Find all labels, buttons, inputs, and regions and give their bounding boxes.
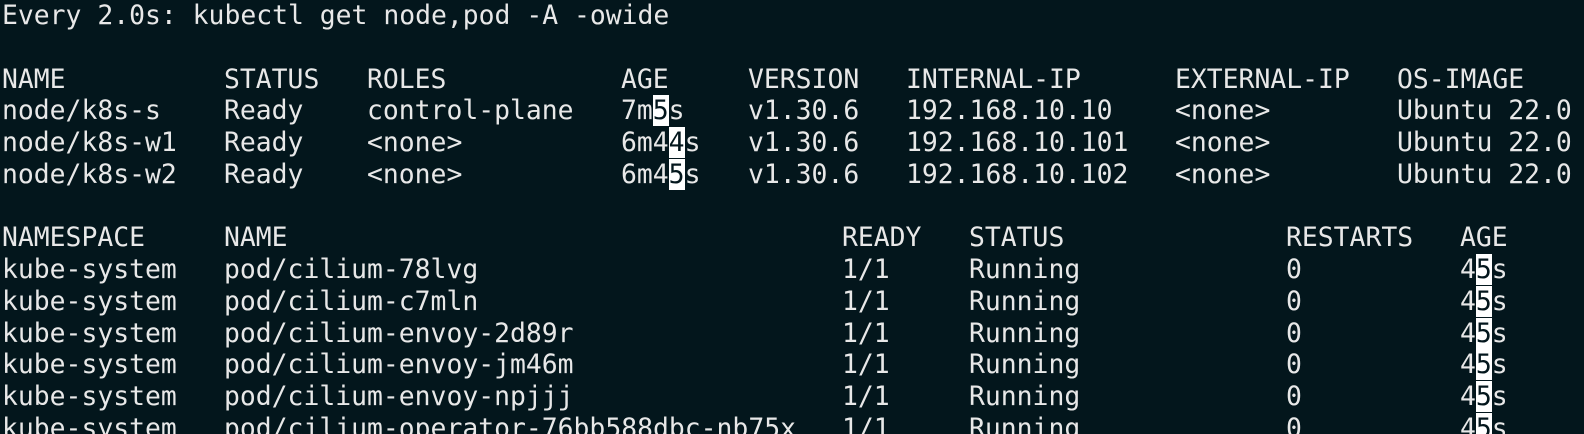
terminal-cursor-highlight: 5 xyxy=(1475,285,1492,317)
node-age: 6m45s xyxy=(621,158,701,190)
pod-col-namespace: NAMESPACE xyxy=(2,222,145,254)
pod-age: 45s xyxy=(1460,317,1508,349)
pod-ready: 1/1 xyxy=(842,285,890,317)
pod-age: 45s xyxy=(1460,412,1508,434)
pod-ready: 1/1 xyxy=(842,412,890,434)
watch-header: Every 2.0s: kubectl get node,pod -A -owi… xyxy=(2,0,670,31)
pod-namespace: kube-system xyxy=(2,317,177,349)
node-col-age: AGE xyxy=(621,63,669,95)
pod-namespace: kube-system xyxy=(2,254,177,285)
node-internal-ip: 192.168.10.101 xyxy=(906,127,1129,158)
pod-restarts: 0 xyxy=(1286,412,1302,434)
node-os-image: Ubuntu 22.0 xyxy=(1397,95,1572,127)
pod-row: kube-system pod/cilium-envoy-jm46m 1/1 R… xyxy=(2,349,1508,381)
node-name: node/k8s-w1 xyxy=(2,127,177,158)
pod-row: kube-system pod/cilium-envoy-2d89r 1/1 R… xyxy=(2,317,1508,350)
pod-col-ready: READY xyxy=(842,222,922,254)
terminal-cursor-highlight: 5 xyxy=(1475,254,1492,285)
terminal-window[interactable]: Every 2.0s: kubectl get node,pod -A -owi… xyxy=(0,0,1584,434)
pod-ready: 1/1 xyxy=(842,317,890,349)
pod-name: pod/cilium-operator-76bb588dbc-nb75x xyxy=(224,412,796,434)
pod-status: Running xyxy=(969,317,1081,349)
node-os-image: Ubuntu 22.0 xyxy=(1397,127,1572,158)
node-os-image: Ubuntu 22.0 xyxy=(1397,158,1572,190)
pod-age: 45s xyxy=(1460,285,1508,317)
node-table-header: NAME STATUS ROLES AGE VERSION INTERNAL-I… xyxy=(2,63,1524,96)
node-internal-ip: 192.168.10.102 xyxy=(906,158,1129,190)
node-status: Ready xyxy=(224,158,304,190)
node-age: 7m5s xyxy=(621,95,685,127)
node-col-name: NAME xyxy=(2,63,66,95)
node-name: node/k8s-w2 xyxy=(2,158,177,190)
node-col-external-ip: EXTERNAL-IP xyxy=(1175,63,1350,95)
node-external-ip: <none> xyxy=(1175,127,1271,158)
terminal-cursor-highlight: 5 xyxy=(1475,317,1492,349)
pod-status: Running xyxy=(969,254,1081,285)
node-status: Ready xyxy=(224,95,304,127)
terminal-cursor-highlight: 5 xyxy=(1475,381,1492,412)
node-roles: <none> xyxy=(367,158,463,190)
pod-namespace: kube-system xyxy=(2,349,177,381)
node-roles: control-plane xyxy=(367,95,574,127)
node-row: node/k8s-w2 Ready <none> 6m45s v1.30.6 1… xyxy=(2,158,1572,191)
pod-name: pod/cilium-c7mln xyxy=(224,285,479,317)
pod-ready: 1/1 xyxy=(842,349,890,381)
pod-ready: 1/1 xyxy=(842,381,890,412)
pod-row: kube-system pod/cilium-78lvg 1/1 Running… xyxy=(2,254,1508,286)
node-row: node/k8s-w1 Ready <none> 6m44s v1.30.6 1… xyxy=(2,127,1572,159)
pod-row: kube-system pod/cilium-envoy-npjjj 1/1 R… xyxy=(2,381,1508,413)
node-age: 6m44s xyxy=(621,127,701,158)
pod-namespace: kube-system xyxy=(2,412,177,434)
pod-age: 45s xyxy=(1460,254,1508,285)
node-roles: <none> xyxy=(367,127,463,158)
pod-namespace: kube-system xyxy=(2,381,177,412)
pod-col-age: AGE xyxy=(1460,222,1508,254)
pod-name: pod/cilium-envoy-2d89r xyxy=(224,317,574,349)
node-col-status: STATUS xyxy=(224,63,320,95)
node-external-ip: <none> xyxy=(1175,158,1271,190)
node-external-ip: <none> xyxy=(1175,95,1271,127)
pod-status: Running xyxy=(969,285,1081,317)
terminal-cursor-highlight: 5 xyxy=(652,95,669,127)
terminal-cursor-highlight: 4 xyxy=(668,127,685,158)
pod-ready: 1/1 xyxy=(842,254,890,285)
node-internal-ip: 192.168.10.10 xyxy=(906,95,1113,127)
terminal-cursor-highlight: 5 xyxy=(1475,349,1492,381)
pod-name: pod/cilium-envoy-jm46m xyxy=(224,349,574,381)
pod-restarts: 0 xyxy=(1286,254,1302,285)
pod-age: 45s xyxy=(1460,381,1508,412)
pod-col-name: NAME xyxy=(224,222,288,254)
pod-row: kube-system pod/cilium-c7mln 1/1 Running… xyxy=(2,285,1508,318)
node-status: Ready xyxy=(224,127,304,158)
pod-restarts: 0 xyxy=(1286,349,1302,381)
pod-status: Running xyxy=(969,349,1081,381)
pod-age: 45s xyxy=(1460,349,1508,381)
node-version: v1.30.6 xyxy=(748,95,860,127)
node-name: node/k8s-s xyxy=(2,95,161,127)
pod-col-status: STATUS xyxy=(969,222,1065,254)
pod-namespace: kube-system xyxy=(2,285,177,317)
pod-restarts: 0 xyxy=(1286,285,1302,317)
node-row: node/k8s-s Ready control-plane 7m5s v1.3… xyxy=(2,95,1572,127)
node-col-os-image: OS-IMAGE xyxy=(1397,63,1525,95)
node-version: v1.30.6 xyxy=(748,158,860,190)
terminal-cursor-highlight: 5 xyxy=(1475,412,1492,434)
pod-name: pod/cilium-78lvg xyxy=(224,254,479,285)
pod-table-header: NAMESPACE NAME READY STATUS RESTARTS AGE xyxy=(2,222,1508,254)
pod-row: kube-system pod/cilium-operator-76bb588d… xyxy=(2,412,1508,434)
pod-status: Running xyxy=(969,381,1081,412)
node-version: v1.30.6 xyxy=(748,127,860,158)
pod-restarts: 0 xyxy=(1286,317,1302,349)
node-col-internal-ip: INTERNAL-IP xyxy=(906,63,1081,95)
node-col-roles: ROLES xyxy=(367,63,447,95)
pod-col-restarts: RESTARTS xyxy=(1286,222,1414,254)
pod-restarts: 0 xyxy=(1286,381,1302,412)
terminal-cursor-highlight: 5 xyxy=(668,158,685,190)
node-col-version: VERSION xyxy=(748,63,860,95)
pod-name: pod/cilium-envoy-npjjj xyxy=(224,381,574,412)
pod-status: Running xyxy=(969,412,1081,434)
